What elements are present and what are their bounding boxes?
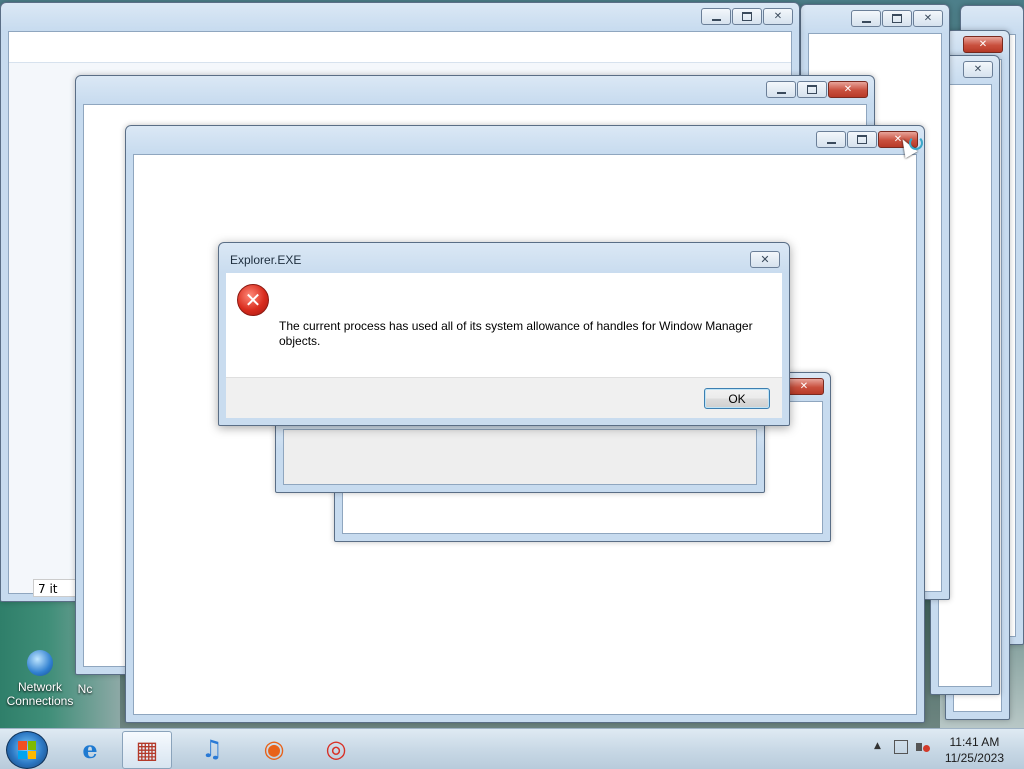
windows-flag-icon [18, 741, 36, 759]
ie-icon: e [82, 734, 98, 764]
show-hidden-icons-chevron-icon[interactable]: ▲ [874, 741, 881, 751]
maximize-button[interactable] [797, 81, 827, 98]
close-button[interactable]: ✕ [913, 10, 943, 27]
system-clock[interactable]: 11:41 AM 11/25/2023 [945, 734, 1004, 766]
firefox-icon: ◉ [263, 735, 285, 763]
mute-volume-icon[interactable] [916, 740, 930, 754]
clock-date: 11/25/2023 [944, 751, 1004, 765]
chrome-icon: ◎ [325, 735, 347, 763]
close-button[interactable]: ✕ [828, 81, 868, 98]
desktop-icon-label: Network Connections [6, 680, 74, 708]
maximize-button[interactable] [732, 8, 762, 25]
close-button[interactable]: ✕ [963, 36, 1003, 53]
error-dialog[interactable]: Explorer.EXE ✕ ✕ The current process has… [218, 242, 790, 426]
network-globe-icon [27, 650, 53, 676]
dialog-close-button[interactable]: ✕ [750, 251, 780, 268]
error-icon: ✕ [237, 284, 269, 316]
address-bar[interactable] [9, 32, 791, 63]
desktop-icon-label: Nc [77, 682, 93, 696]
notification-area: ▲ 11:41 AM 11/25/2023 [864, 729, 1024, 769]
minimize-button[interactable] [701, 8, 731, 25]
taskbar-itunes[interactable]: ♫ [188, 731, 236, 767]
clock-time: 11:41 AM [949, 735, 1000, 749]
window-client-area [283, 429, 757, 485]
background-dialog[interactable] [275, 420, 765, 493]
maximize-button[interactable] [882, 10, 912, 27]
taskbar: e ▦ ♫ ◉ ◎ ▲ 11:41 AM 11/25/2023 [0, 728, 1024, 769]
network-icon[interactable] [894, 740, 908, 754]
busy-ring-icon [909, 136, 923, 150]
close-button[interactable]: ✕ [963, 61, 993, 78]
dialog-body: ✕ The current process has used all of it… [226, 273, 782, 377]
dialog-title: Explorer.EXE [230, 253, 302, 267]
dialog-footer: OK [226, 377, 782, 418]
taskbar-ie[interactable]: e [66, 731, 114, 767]
ok-button[interactable]: OK [704, 388, 770, 409]
explorer-icon: ▦ [135, 736, 159, 764]
close-button[interactable]: ✕ [784, 378, 824, 395]
minimize-button[interactable] [766, 81, 796, 98]
desktop-icon-network-connections[interactable]: Network Connections [0, 650, 80, 708]
taskbar-firefox[interactable]: ◉ [250, 731, 298, 767]
minimize-button[interactable] [816, 131, 846, 148]
taskbar-explorer[interactable]: ▦ [122, 731, 172, 769]
music-icon: ♫ [201, 735, 223, 763]
taskbar-chrome[interactable]: ◎ [312, 731, 360, 767]
desktop-icon-partial[interactable]: Nc [70, 682, 100, 696]
start-button[interactable] [6, 731, 48, 769]
minimize-button[interactable] [851, 10, 881, 27]
maximize-button[interactable] [847, 131, 877, 148]
close-button[interactable]: ✕ [763, 8, 793, 25]
error-message: The current process has used all of its … [279, 319, 753, 348]
